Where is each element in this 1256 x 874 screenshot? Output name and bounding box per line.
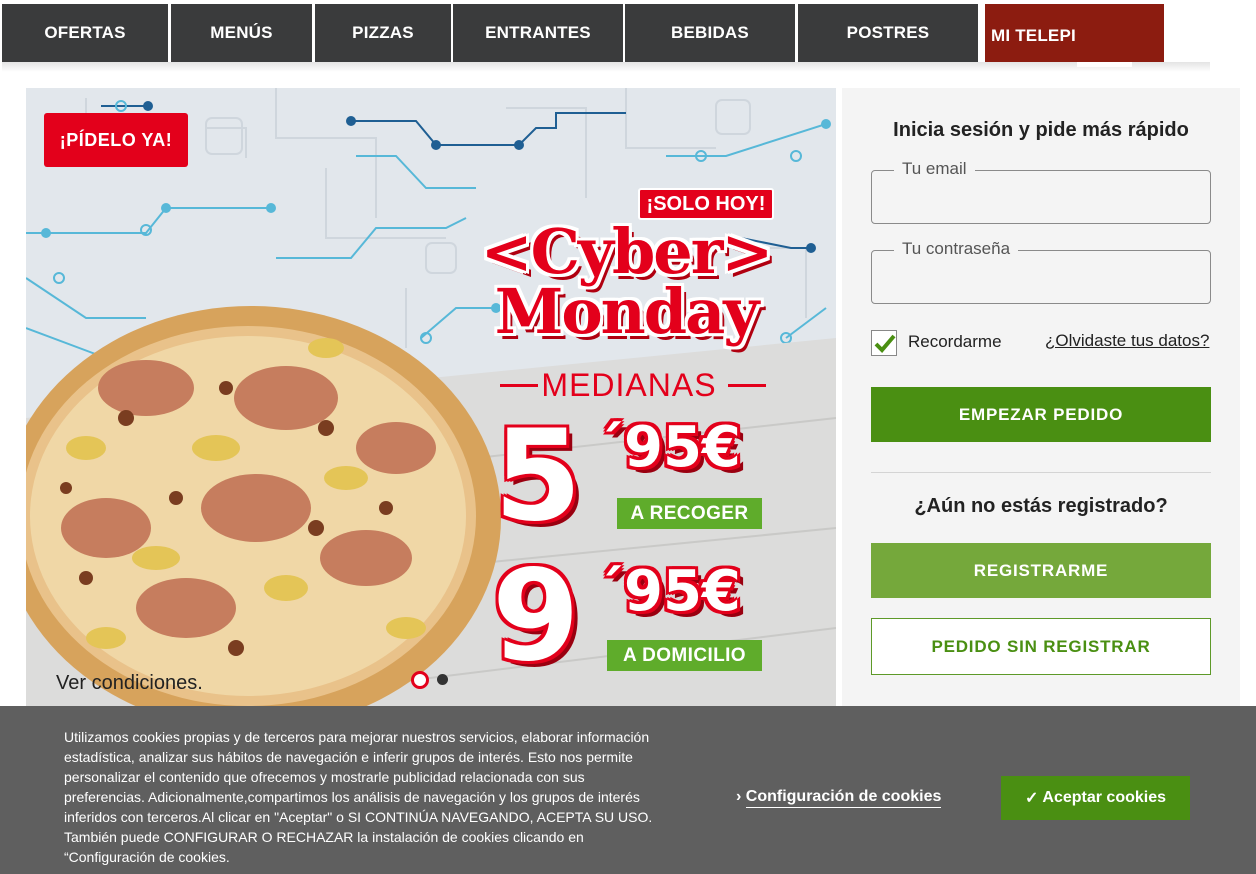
login-panel: Inicia sesión y pide más rápido Tu email… (842, 88, 1240, 708)
remember-label: Recordarme (908, 332, 1002, 351)
panel-divider (871, 472, 1211, 473)
nav-item-pizzas[interactable]: PIZZAS (315, 4, 451, 62)
password-field[interactable]: Tu contraseña (871, 239, 1211, 304)
cookie-text-line: También puede CONFIGURAR O RECHAZAR la i… (64, 829, 584, 845)
checkmark-icon: ✓ (1024, 790, 1039, 807)
guest-order-button[interactable]: PEDIDO SIN REGISTRAR (871, 618, 1211, 675)
check-icon (874, 334, 896, 353)
headline-line-2: Monday (494, 275, 760, 348)
pickup-price-cents: ´95€ (596, 415, 741, 480)
nav-notch (1077, 62, 1132, 67)
chevron-right-icon: › (736, 788, 742, 805)
cookie-text: Utilizamos cookies propias y de terceros… (64, 727, 704, 867)
accept-cookies-label: Aceptar cookies (1042, 789, 1166, 806)
nav-item-mi-telepi[interactable]: MI TELEPI (985, 4, 1164, 62)
hero-banner[interactable]: ¡PÍDELO YA! ¡SOLO HOY! <Cyber> Monday ME… (26, 88, 836, 708)
carousel-dot-2[interactable] (437, 674, 448, 685)
medianas-label: MEDIANAS (541, 367, 717, 403)
cookie-text-line: estadística, analizar sus hábitos de nav… (64, 749, 633, 765)
delivery-price-cents: ´95€ (596, 559, 741, 624)
email-field[interactable]: Tu email (871, 159, 1211, 224)
cookie-text-line: preferencias. Adicionalmente,compartimos… (64, 789, 640, 805)
nav-item-ofertas[interactable]: OFERTAS (2, 4, 168, 62)
main-nav: OFERTAS MENÚS PIZZAS ENTRANTES BEBIDAS P… (2, 4, 1210, 62)
divider-line-left (500, 384, 538, 387)
cyber-monday-headline: <Cyber> Monday (466, 215, 786, 348)
nav-item-bebidas[interactable]: BEBIDAS (625, 4, 795, 62)
start-order-button[interactable]: EMPEZAR PEDIDO (871, 387, 1211, 442)
accept-cookies-button[interactable]: ✓ Aceptar cookies (1001, 776, 1190, 820)
nav-item-postres[interactable]: POSTRES (798, 4, 978, 62)
remember-checkbox[interactable] (871, 330, 897, 356)
forgot-password-link[interactable]: ¿Olvidaste tus datos? (1045, 331, 1209, 351)
order-now-button[interactable]: ¡PÍDELO YA! (44, 113, 188, 167)
cookie-banner: Utilizamos cookies propias y de terceros… (0, 706, 1256, 874)
divider-line-right (728, 384, 766, 387)
cookie-config-label: Configuración de cookies (745, 788, 942, 808)
password-label: Tu contraseña (894, 239, 1019, 259)
delivery-tag: A DOMICILIO (607, 640, 762, 671)
pickup-tag: A RECOGER (617, 498, 762, 529)
email-label: Tu email (894, 159, 975, 179)
cookie-text-line: Utilizamos cookies propias y de terceros… (64, 729, 650, 745)
cookie-text-line: inferidos con terceros.Al clicar en "Ace… (64, 809, 653, 825)
cookie-text-line: personalizar el contenido que ofrecemos … (64, 769, 585, 785)
nav-item-entrantes[interactable]: ENTRANTES (453, 4, 623, 62)
nav-item-menus[interactable]: MENÚS (171, 4, 312, 62)
headline-line-1: <Cyber> (480, 215, 774, 288)
not-registered-heading: ¿Aún no estás registrado? (914, 495, 1168, 517)
conditions-link[interactable]: Ver condiciones. (56, 672, 203, 695)
carousel-dot-1[interactable] (411, 671, 429, 689)
cookie-text-line: “Configuración de cookies. (64, 849, 230, 865)
register-button[interactable]: REGISTRARME (871, 543, 1211, 598)
delivery-price-main: 9 (492, 542, 580, 689)
cookie-config-link[interactable]: › Configuración de cookies (736, 788, 942, 808)
nav-shadow (2, 62, 1210, 72)
pickup-price-main: 5 (494, 402, 582, 549)
login-title: Inicia sesión y pide más rápido (893, 119, 1189, 141)
